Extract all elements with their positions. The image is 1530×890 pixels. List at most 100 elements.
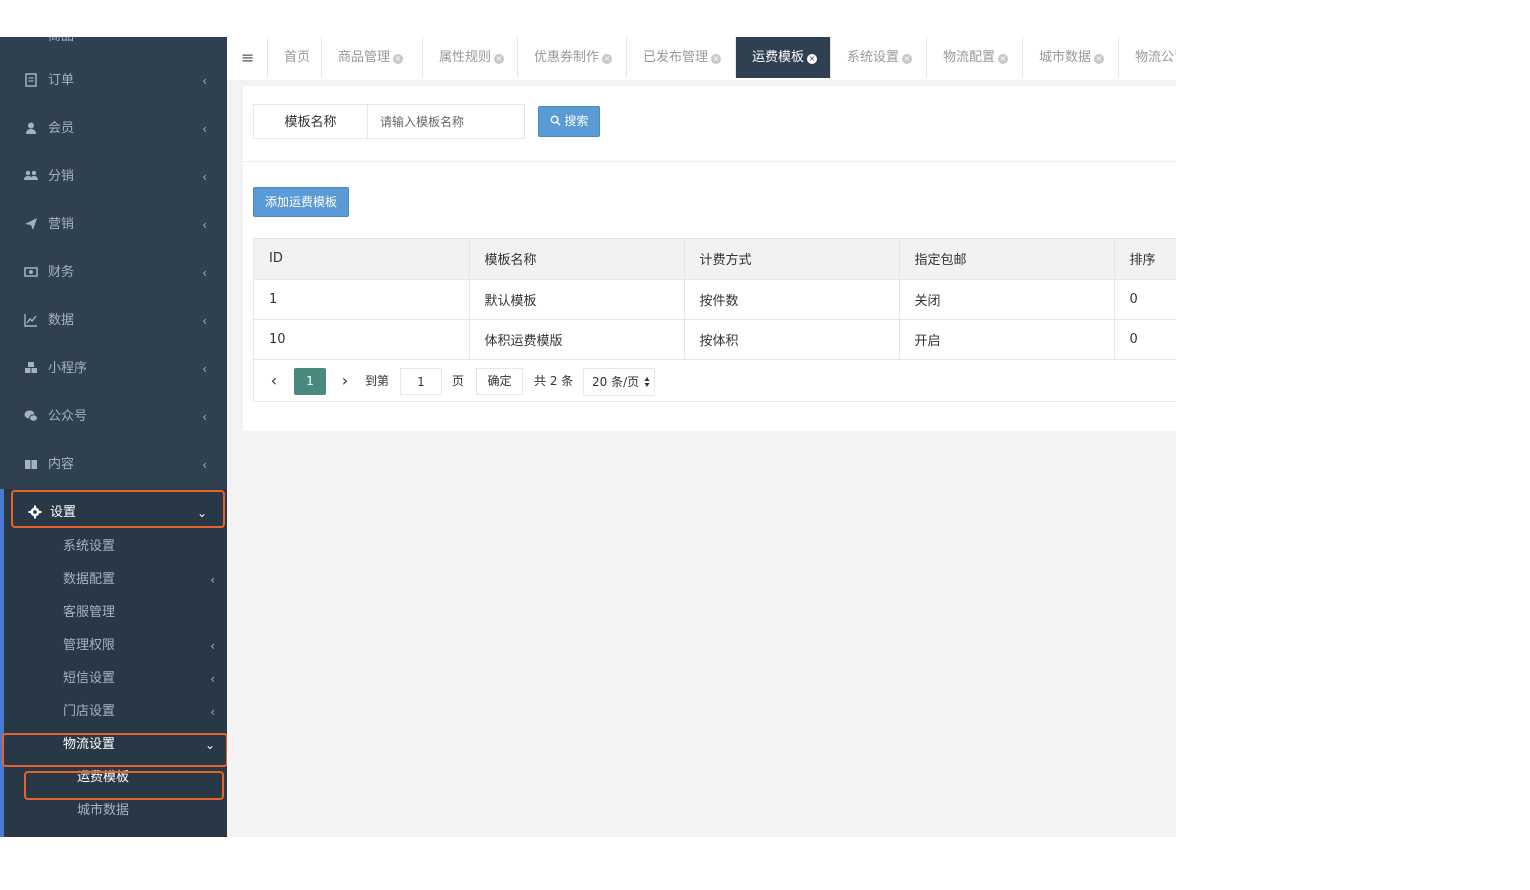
cell-sort: 0 (1114, 279, 1176, 320)
divider (243, 161, 1176, 162)
search-form: 模板名称 (253, 104, 525, 139)
submenu-item-system-settings[interactable]: 系统设置 (4, 531, 227, 564)
book-icon (25, 460, 37, 469)
cubes-icon (25, 362, 37, 373)
cell-billing-method: 按件数 (684, 279, 900, 320)
tab-product-management[interactable]: 商品管理 × (322, 37, 423, 78)
cell-template-name: 默认模板 (469, 279, 685, 320)
tab-home[interactable]: 首页 (268, 37, 322, 78)
goto-page-input[interactable] (400, 368, 442, 395)
column-header-sort: 排序 (1114, 239, 1176, 280)
close-icon[interactable]: × (602, 54, 613, 64)
sidebar-item-finance[interactable]: 财务 ‹ (0, 249, 227, 297)
tab-label: 优惠券制作 (534, 50, 600, 65)
column-header-template-name: 模板名称 (469, 239, 685, 280)
tab-label: 物流配置 (943, 50, 996, 65)
close-icon[interactable]: × (1094, 54, 1105, 64)
table-row[interactable]: 10 体积运费模版 按体积 开启 0 (254, 319, 1176, 360)
tab-label: 商品管理 (338, 50, 391, 65)
chevron-left-icon: ‹ (202, 122, 207, 136)
sidebar-item-label: 会员 (48, 121, 75, 136)
money-icon (24, 267, 38, 277)
submenu-item-city-data[interactable]: 城市数据 (4, 795, 227, 828)
tab-logistics-config[interactable]: 物流配置 × (927, 37, 1023, 78)
chevron-left-icon: ‹ (202, 218, 207, 232)
submenu-item-store-settings[interactable]: 门店设置 ‹ (4, 696, 227, 729)
chevron-down-icon: ⌄ (204, 738, 215, 752)
chevron-left-icon: ‹ (202, 314, 207, 328)
main-content: 模板名称 搜索 添加运费模板 ID 模板名称 计费方式 指定包邮 (227, 80, 1176, 837)
tab-logistics-company[interactable]: 物流公司 (1119, 37, 1176, 78)
search-label: 模板名称 (254, 105, 368, 138)
users-icon (24, 170, 38, 180)
close-icon[interactable]: × (902, 54, 913, 64)
sidebar: 商品 订单 ‹ 会员 ‹ 分销 ‹ 营销 ‹ 财务 ‹ 数据 ‹ 小程序 ‹ 公… (0, 37, 227, 837)
sidebar-item-members[interactable]: 会员 ‹ (0, 105, 227, 153)
next-page-button[interactable]: › (333, 368, 357, 394)
hamburger-icon: ≡ (241, 48, 255, 67)
goto-confirm-button[interactable]: 确定 (476, 368, 523, 395)
submenu-item-shipping-template[interactable]: 运费模板 (4, 762, 227, 795)
submenu-item-label: 门店设置 (63, 704, 116, 719)
submenu-item-permissions[interactable]: 管理权限 ‹ (4, 630, 227, 663)
submenu-item-sms-settings[interactable]: 短信设置 ‹ (4, 663, 227, 696)
wechat-icon (24, 410, 38, 422)
sidebar-item-marketing[interactable]: 营销 ‹ (0, 201, 227, 249)
sidebar-item-products-partial[interactable]: 商品 (0, 37, 227, 46)
submenu-item-label: 短信设置 (63, 671, 116, 686)
tab-city-data[interactable]: 城市数据 × (1023, 37, 1119, 78)
sidebar-item-official-account[interactable]: 公众号 ‹ (0, 393, 227, 441)
table-row[interactable]: 1 默认模板 按件数 关闭 0 (254, 279, 1176, 320)
menu-toggle-button[interactable]: ≡ (227, 37, 268, 78)
submenu-item-data-config[interactable]: 数据配置 ‹ (4, 564, 227, 597)
close-icon[interactable]: × (393, 54, 404, 64)
cell-template-name: 体积运费模版 (469, 319, 685, 360)
sidebar-item-orders[interactable]: 订单 ‹ (0, 57, 227, 105)
search-icon (550, 114, 561, 128)
sidebar-item-content[interactable]: 内容 ‹ (0, 441, 227, 489)
cell-sort: 0 (1114, 319, 1176, 360)
template-name-input[interactable] (368, 105, 524, 138)
prev-page-button[interactable]: ‹ (262, 368, 286, 394)
chevron-left-icon: ‹ (210, 705, 215, 719)
tab-coupon-creation[interactable]: 优惠券制作 × (518, 37, 627, 78)
cell-free-shipping: 关闭 (899, 279, 1115, 320)
submenu-item-logistics-settings[interactable]: 物流设置 ⌄ (4, 729, 227, 762)
sidebar-item-label: 数据 (48, 313, 75, 328)
submenu-item-label: 城市数据 (77, 803, 130, 818)
total-count: 共 2 条 (534, 374, 574, 388)
tab-shipping-template[interactable]: 运费模板 × (736, 37, 831, 78)
submenu-item-label: 运费模板 (77, 770, 130, 785)
search-button[interactable]: 搜索 (538, 106, 600, 137)
cell-free-shipping: 开启 (899, 319, 1115, 360)
add-shipping-template-button[interactable]: 添加运费模板 (253, 187, 349, 217)
page-unit-label: 页 (452, 374, 465, 388)
line-chart-icon (24, 314, 37, 327)
sidebar-item-label: 财务 (48, 265, 75, 280)
page-size-select[interactable]: 20 条/页 (583, 368, 655, 396)
submenu-item-label: 系统设置 (63, 539, 116, 554)
page-number-current[interactable]: 1 (294, 368, 326, 395)
chevron-left-icon: ‹ (202, 410, 207, 424)
close-icon[interactable]: × (711, 54, 722, 64)
close-icon[interactable]: × (494, 54, 505, 64)
close-icon[interactable]: × (998, 54, 1009, 64)
chevron-left-icon: ‹ (202, 458, 207, 472)
tab-attribute-rules[interactable]: 属性规则 × (423, 37, 518, 78)
chevron-left-icon: ‹ (202, 362, 207, 376)
close-icon[interactable]: × (807, 54, 818, 64)
column-header-billing-method: 计费方式 (684, 239, 900, 280)
chevron-down-icon: ⌄ (196, 506, 207, 520)
sidebar-item-data[interactable]: 数据 ‹ (0, 297, 227, 345)
sidebar-item-label: 设置 (50, 505, 77, 520)
tab-label: 城市数据 (1039, 50, 1092, 65)
tab-published-management[interactable]: 已发布管理 × (627, 37, 736, 78)
column-header-id: ID (254, 239, 470, 280)
submenu-item-customer-service[interactable]: 客服管理 (4, 597, 227, 630)
tab-system-settings[interactable]: 系统设置 × (831, 37, 927, 78)
sidebar-item-distribution[interactable]: 分销 ‹ (0, 153, 227, 201)
sidebar-item-miniprogram[interactable]: 小程序 ‹ (0, 345, 227, 393)
column-header-free-shipping: 指定包邮 (899, 239, 1115, 280)
pagination: ‹ 1 › 到第 页 确定 共 2 条 20 条/页 (253, 360, 1176, 402)
tab-label: 首页 (284, 50, 311, 65)
